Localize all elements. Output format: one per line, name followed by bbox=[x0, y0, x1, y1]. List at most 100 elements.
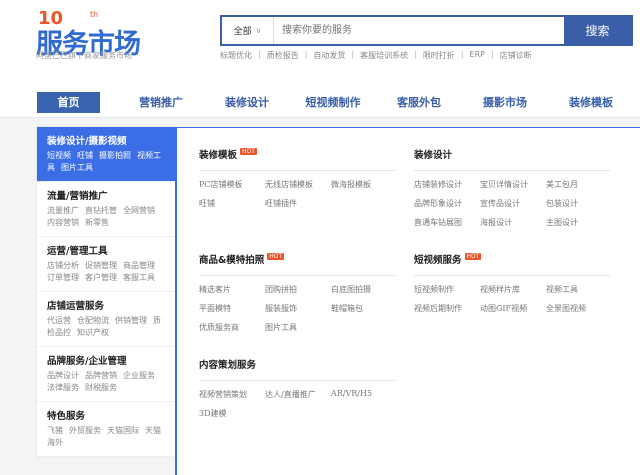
section-link[interactable]: 主图设计 bbox=[546, 217, 610, 228]
sidebar-link[interactable]: 天猫海外 bbox=[47, 426, 161, 447]
section-link[interactable]: 3D建模 bbox=[199, 408, 265, 419]
sidebar-link[interactable]: 知识产权 bbox=[77, 328, 109, 337]
hot-link[interactable]: 自动发货 bbox=[313, 50, 345, 61]
search-scope-label: 全部 bbox=[233, 27, 252, 37]
section-link[interactable]: 视频后期制作 bbox=[414, 303, 480, 314]
sidebar-group[interactable]: 店铺运营服务 代运营 仓配物流 供销管理 质检品控 知识产权 bbox=[37, 292, 175, 347]
section-link[interactable]: 店铺装修设计 bbox=[414, 179, 480, 190]
sidebar-link[interactable]: 品牌设计 bbox=[47, 371, 79, 380]
search-button[interactable]: 搜索 bbox=[564, 17, 631, 44]
section-link[interactable]: 全景图视频 bbox=[546, 303, 610, 314]
sidebar-link[interactable]: 飞猪 bbox=[47, 426, 63, 435]
sidebar-link[interactable]: 企业服务 bbox=[123, 371, 155, 380]
nav-item-home[interactable]: 首页 bbox=[37, 92, 100, 113]
section-title[interactable]: 内容策划服务 bbox=[199, 357, 256, 371]
sidebar-link[interactable]: 内容营销 bbox=[47, 218, 79, 227]
hot-link[interactable]: 质检报告 bbox=[267, 50, 299, 61]
section-link[interactable]: 旺铺插件 bbox=[265, 198, 331, 209]
sidebar-link[interactable]: 代运营 bbox=[47, 316, 71, 325]
sidebar-link[interactable]: 商品管理 bbox=[123, 261, 155, 270]
section-link[interactable]: 美工包月 bbox=[546, 179, 610, 190]
section-link[interactable]: 平面模特 bbox=[199, 303, 265, 314]
sidebar-link[interactable]: 全网营销 bbox=[123, 206, 155, 215]
section-link[interactable]: 精选客片 bbox=[199, 284, 265, 295]
section-link[interactable]: 宝贝详情设计 bbox=[480, 179, 546, 190]
sidebar-group-title[interactable]: 品牌服务/企业管理 bbox=[47, 353, 165, 367]
sidebar-link[interactable]: 旺铺 bbox=[77, 151, 93, 160]
section-link[interactable]: 白底图拍摄 bbox=[331, 284, 395, 295]
section-link[interactable]: AR/VR/H5 bbox=[331, 389, 395, 400]
hot-link[interactable]: 店铺诊断 bbox=[500, 50, 532, 61]
section-link[interactable]: 视频样片库 bbox=[480, 284, 546, 295]
sidebar-link[interactable]: 流量推广 bbox=[47, 206, 79, 215]
panel-section: 短视频服务 HOT 短视频制作 视频样片库 视频工具 视频后期制作 动图GIF视频 全景图视频 bbox=[414, 252, 610, 314]
sidebar-group-title[interactable]: 装修设计/摄影视频 bbox=[47, 133, 165, 147]
hot-link[interactable]: 限时打折 bbox=[423, 50, 455, 61]
logo[interactable]: 10 th 服务市场 阿里巴巴旗下商家服务市场 bbox=[36, 8, 156, 63]
sidebar-group[interactable]: 装修设计/摄影视频 短视频 旺铺 摄影拍照 视频工具 图片工具 bbox=[37, 127, 175, 182]
section-link[interactable]: 图片工具 bbox=[265, 322, 331, 333]
section-title[interactable]: 商品&模特拍照 bbox=[199, 252, 264, 266]
sidebar-link[interactable]: 客户管理 bbox=[85, 273, 117, 282]
section-link[interactable]: 视频工具 bbox=[546, 284, 610, 295]
sidebar-link[interactable]: 天猫国际 bbox=[107, 426, 139, 435]
section-link[interactable]: 服装服饰 bbox=[265, 303, 331, 314]
sidebar-group[interactable]: 运营/管理工具店铺分析 促销管理 商品管理订单管理 客户管理 客服工具 bbox=[37, 237, 175, 292]
hot-link[interactable]: 客服培训系统 bbox=[360, 50, 408, 61]
nav-item[interactable]: 营销推广 bbox=[118, 92, 204, 113]
sidebar-link[interactable]: 图片工具 bbox=[61, 163, 93, 172]
section-title[interactable]: 短视频服务 bbox=[414, 252, 462, 266]
hot-link[interactable]: 标题优化 bbox=[220, 50, 252, 61]
section-link[interactable]: 动图GIF视频 bbox=[480, 303, 546, 314]
section-link[interactable]: 无线店铺模板 bbox=[265, 179, 331, 190]
section-title[interactable]: 装修设计 bbox=[414, 147, 452, 161]
section-link[interactable]: 团购拼拍 bbox=[265, 284, 331, 295]
section-items: 精选客片 团购拼拍 白底图拍摄平面模特 服装服饰 鞋帽箱包优质服务商 图片工具 bbox=[199, 284, 395, 333]
section-link[interactable]: 微海报模板 bbox=[331, 179, 395, 190]
sidebar-group[interactable]: 流量/营销推广流量推广 直钻托管 全网营销内容营销 新零售 bbox=[37, 182, 175, 237]
sidebar-group-title[interactable]: 店铺运营服务 bbox=[47, 298, 165, 312]
nav-item[interactable]: 装修设计 bbox=[204, 92, 290, 113]
section-link[interactable]: 优质服务商 bbox=[199, 322, 265, 333]
sidebar-link[interactable]: 直钻托管 bbox=[85, 206, 117, 215]
sidebar-group[interactable]: 品牌服务/企业管理品牌设计 品牌营销 企业服务法律服务 财税服务 bbox=[37, 347, 175, 402]
sidebar-link[interactable]: 订单管理 bbox=[47, 273, 79, 282]
sidebar-link[interactable]: 客服工具 bbox=[123, 273, 155, 282]
section-link[interactable]: 鞋帽箱包 bbox=[331, 303, 395, 314]
section-link[interactable]: 达人/直播推广 bbox=[265, 389, 331, 400]
sidebar-group[interactable]: 特色服务飞猪 外贸服务 天猫国际 天猫海外 bbox=[37, 402, 175, 457]
sidebar-link[interactable]: 品牌营销 bbox=[85, 371, 117, 380]
sidebar-link[interactable]: 短视频 bbox=[47, 151, 71, 160]
sidebar-link[interactable]: 促销管理 bbox=[85, 261, 117, 270]
sidebar-link[interactable]: 新零售 bbox=[85, 218, 109, 227]
section-link[interactable]: 包装设计 bbox=[546, 198, 610, 209]
sidebar-link[interactable]: 仓配物流 bbox=[77, 316, 109, 325]
hot-link[interactable]: ERP bbox=[470, 50, 485, 61]
search-input[interactable] bbox=[274, 17, 564, 44]
separator: | bbox=[258, 50, 261, 59]
search-scope-dropdown[interactable]: 全部 ∨ bbox=[222, 17, 274, 44]
sidebar-link[interactable]: 店铺分析 bbox=[47, 261, 79, 270]
section-link[interactable]: 旺铺 bbox=[199, 198, 265, 209]
sidebar-link[interactable]: 外贸服务 bbox=[69, 426, 101, 435]
sidebar-link[interactable]: 供销管理 bbox=[115, 316, 147, 325]
section-link[interactable]: 直通车钻展图 bbox=[414, 217, 480, 228]
section-link[interactable]: 海报设计 bbox=[480, 217, 546, 228]
sidebar-group-title[interactable]: 特色服务 bbox=[47, 408, 165, 422]
search-bar: 全部 ∨ 搜索 bbox=[220, 15, 633, 46]
section-title[interactable]: 装修模板 bbox=[199, 147, 237, 161]
section-link[interactable]: 宣传品设计 bbox=[480, 198, 546, 209]
sidebar-group-title[interactable]: 流量/营销推广 bbox=[47, 188, 165, 202]
sidebar-link[interactable]: 财税服务 bbox=[85, 383, 117, 392]
nav-item[interactable]: 短视频制作 bbox=[290, 92, 376, 113]
nav-item[interactable]: 摄影市场 bbox=[462, 92, 548, 113]
section-link[interactable]: 视频营销策划 bbox=[199, 389, 265, 400]
section-link[interactable]: 品牌形象设计 bbox=[414, 198, 480, 209]
section-link[interactable]: 短视频制作 bbox=[414, 284, 480, 295]
sidebar-group-title[interactable]: 运营/管理工具 bbox=[47, 243, 165, 257]
sidebar-link[interactable]: 摄影拍照 bbox=[99, 151, 131, 160]
nav-item[interactable]: 客服外包 bbox=[376, 92, 462, 113]
nav-item[interactable]: 装修模板 bbox=[548, 92, 634, 113]
sidebar-link[interactable]: 法律服务 bbox=[47, 383, 79, 392]
section-link[interactable]: PC店铺模板 bbox=[199, 179, 265, 190]
